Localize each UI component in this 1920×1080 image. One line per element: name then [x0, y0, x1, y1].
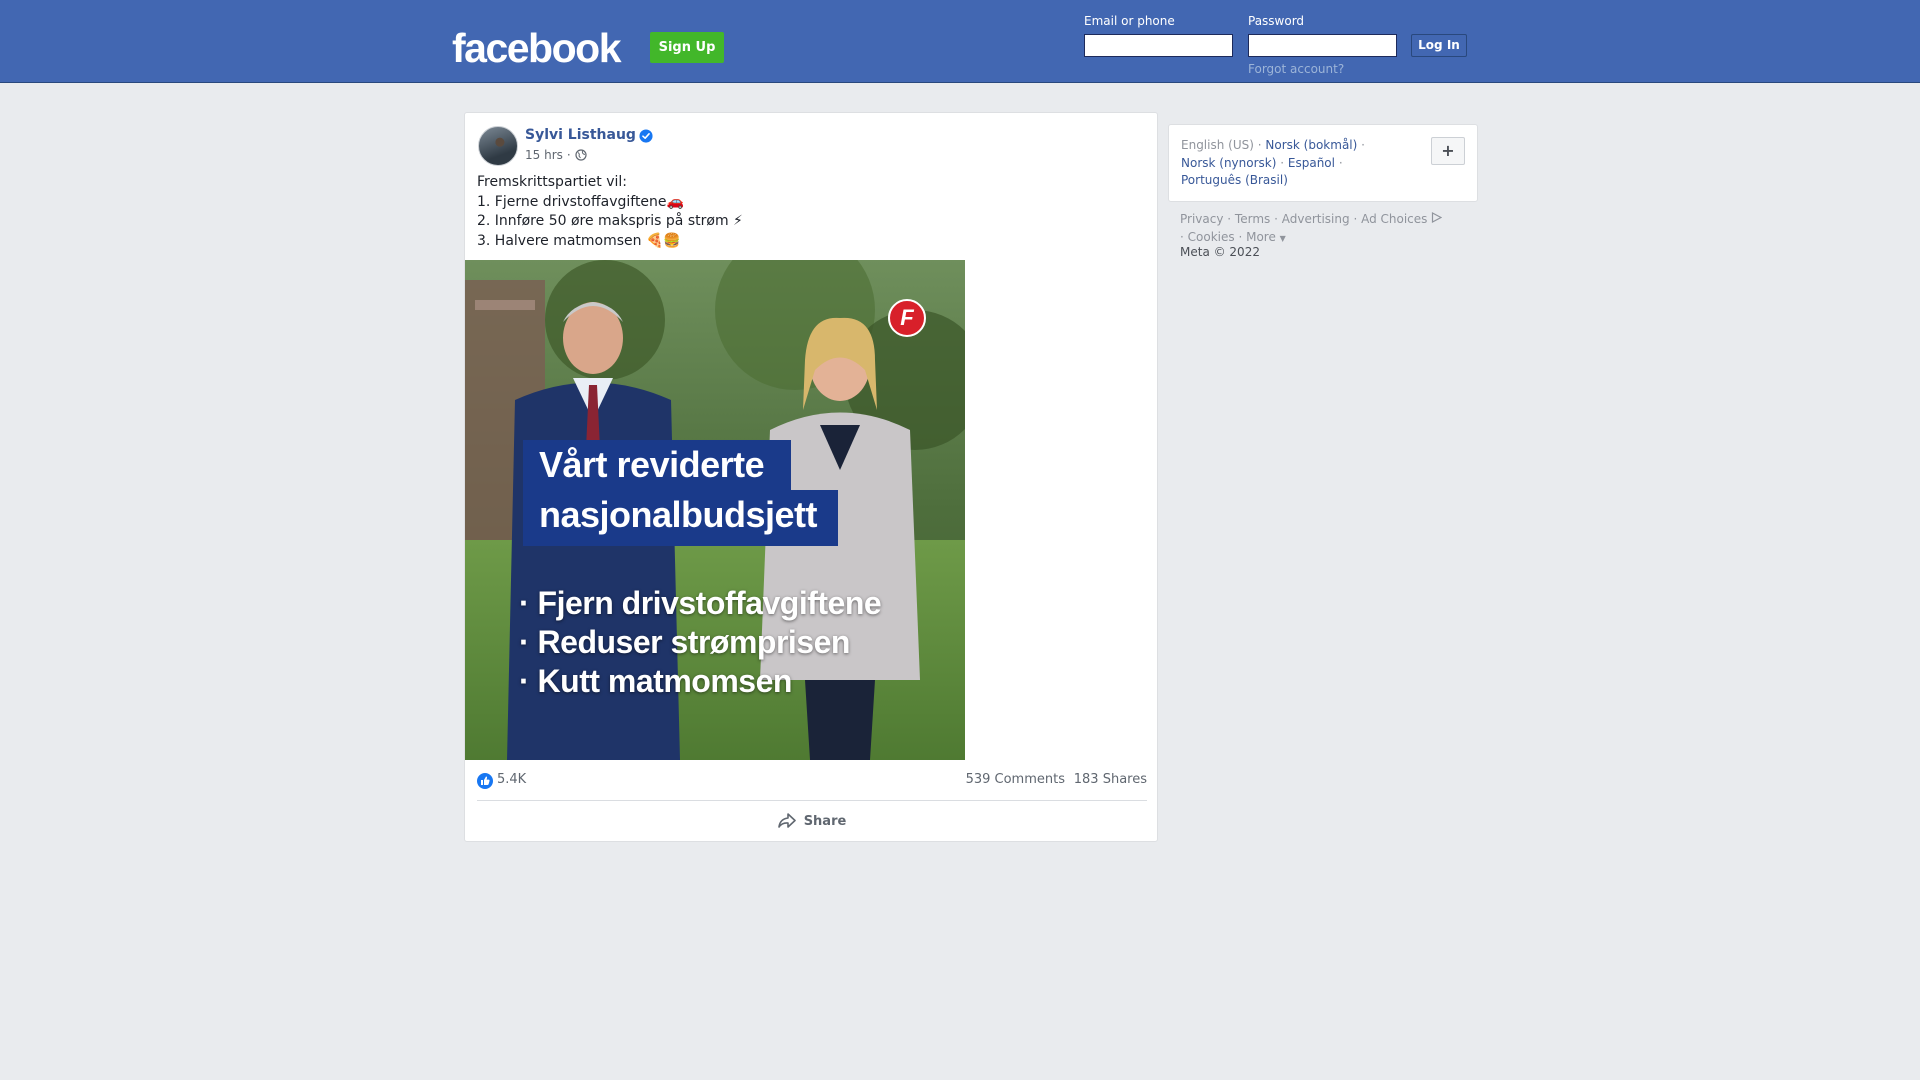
image-bullet: · Fjern drivstoffavgiftene: [519, 585, 882, 621]
like-icon[interactable]: [477, 773, 493, 789]
email-field[interactable]: [1084, 34, 1233, 57]
share-label: Share: [803, 813, 847, 829]
globe-icon: [575, 149, 587, 161]
language-option[interactable]: Español: [1288, 156, 1335, 170]
password-field[interactable]: [1248, 34, 1397, 57]
post-card: Sylvi Listhaug 15 hrs · Fremskrittsparti…: [464, 112, 1158, 842]
post-text-line: Fremskrittspartiet vil:: [477, 174, 627, 190]
facebook-logo[interactable]: facebook: [452, 24, 622, 72]
party-logo-letter: F: [900, 305, 914, 330]
language-option[interactable]: Português (Brasil): [1181, 173, 1288, 187]
comments-count[interactable]: 539 Comments: [966, 772, 1065, 787]
password-label: Password: [1248, 14, 1305, 28]
meta-separator: ·: [566, 148, 571, 162]
post-time[interactable]: 15 hrs: [525, 148, 563, 162]
separator: ·: [1238, 230, 1247, 244]
language-list: English (US) · Norsk (bokmål) · Norsk (n…: [1181, 137, 1421, 190]
separator: ·: [1338, 155, 1343, 170]
post-text-line: 1. Fjerne drivstoffavgiftene🚗: [477, 193, 684, 210]
image-heading-line-1: Vårt reviderte: [539, 444, 765, 485]
shares-count[interactable]: 183 Shares: [1074, 772, 1147, 787]
image-heading-line-2: nasjonalbudsjett: [539, 494, 818, 535]
avatar[interactable]: [478, 126, 518, 166]
language-option[interactable]: Norsk (nynorsk): [1181, 156, 1276, 170]
advertising-link[interactable]: Advertising: [1282, 212, 1350, 226]
verified-badge-icon: [639, 129, 653, 143]
log-in-button[interactable]: Log In: [1411, 34, 1467, 57]
ad-choices-link[interactable]: Ad Choices: [1361, 212, 1427, 226]
language-current: English (US): [1181, 138, 1254, 152]
separator: ·: [1353, 212, 1362, 226]
divider: [477, 800, 1147, 801]
separator: ·: [1274, 212, 1282, 226]
top-bar: facebook Sign Up Email or phone Password…: [0, 0, 1920, 83]
share-button[interactable]: Share: [477, 803, 1147, 839]
post-text-line: 3. Halvere matmomsen 🍕🍔: [477, 232, 681, 249]
more-link[interactable]: More: [1246, 230, 1276, 244]
post-image[interactable]: F Vårt reviderte nasjonalbudsjett · Fjer…: [465, 260, 965, 760]
likes-count[interactable]: 5.4K: [497, 772, 526, 787]
post-meta: 15 hrs ·: [525, 148, 587, 162]
forgot-account-link[interactable]: Forgot account?: [1248, 62, 1344, 76]
separator: ·: [1180, 230, 1188, 244]
separator: ·: [1361, 138, 1365, 152]
cookies-link[interactable]: Cookies: [1188, 230, 1235, 244]
privacy-link[interactable]: Privacy: [1180, 212, 1223, 226]
share-icon: [777, 813, 796, 828]
separator: ·: [1227, 212, 1235, 226]
image-bullet: · Reduser strømprisen: [519, 624, 850, 660]
post-text: Fremskrittspartiet vil: 1. Fjerne drivst…: [477, 173, 1137, 251]
post-stats: 5.4K 539 Comments 183 Shares: [477, 771, 1147, 791]
language-selector: English (US) · Norsk (bokmål) · Norsk (n…: [1168, 124, 1478, 202]
footer-links: Privacy · Terms · Advertising · Ad Choic…: [1180, 210, 1480, 248]
copyright: Meta © 2022: [1180, 245, 1260, 259]
image-bullet: · Kutt matmomsen: [519, 663, 792, 699]
sign-up-button[interactable]: Sign Up: [650, 32, 724, 63]
more-languages-button[interactable]: +: [1431, 137, 1465, 165]
ad-choices-icon: [1432, 212, 1443, 223]
language-option[interactable]: Norsk (bokmål): [1265, 138, 1357, 152]
post-author[interactable]: Sylvi Listhaug: [525, 127, 636, 143]
post-text-line: 2. Innføre 50 øre makspris på strøm ⚡: [477, 213, 743, 229]
caret-down-icon: ▼: [1279, 234, 1286, 243]
email-label: Email or phone: [1084, 14, 1175, 28]
separator: ·: [1280, 155, 1288, 170]
terms-link[interactable]: Terms: [1235, 212, 1270, 226]
